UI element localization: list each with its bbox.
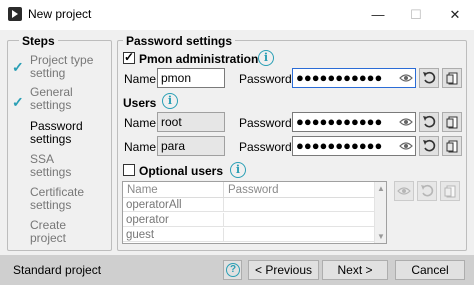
help-button[interactable]: ?: [223, 260, 242, 280]
copy-icon: [446, 72, 458, 85]
optional-users-checkbox[interactable]: [123, 164, 135, 176]
info-icon[interactable]: i: [258, 50, 274, 66]
pmon-name-input[interactable]: pmon: [157, 68, 225, 88]
table-cell-password: [224, 228, 375, 242]
step-password: Password settings: [30, 119, 83, 146]
user2-reset-button[interactable]: [419, 136, 439, 156]
pmon-password-input[interactable]: ●●●●●●●●●●●: [292, 68, 416, 88]
pmon-name-label: Name:: [124, 72, 160, 86]
table-cell-password: [224, 198, 375, 212]
eye-icon: [397, 187, 411, 195]
scroll-up-icon[interactable]: ▲: [377, 184, 385, 193]
table-cell-name: operator: [123, 213, 224, 227]
pmon-copy-button[interactable]: [442, 68, 462, 88]
maximize-button: ☐: [410, 7, 422, 22]
steps-title: Steps: [19, 34, 58, 48]
table-scrollbar[interactable]: ▲ ▼: [374, 182, 386, 243]
pmon-reset-button[interactable]: [419, 68, 439, 88]
column-header-name[interactable]: Name: [123, 182, 224, 198]
check-icon: ✓: [124, 50, 135, 64]
users-label: Users: [123, 96, 157, 110]
eye-icon[interactable]: [399, 73, 413, 83]
table-cell-name: operatorAll: [123, 198, 224, 212]
optional-copy-button: [440, 181, 460, 201]
scroll-down-icon[interactable]: ▼: [377, 232, 385, 241]
user2-name-field: para: [157, 136, 225, 156]
step-ssa: SSA settings: [30, 152, 72, 179]
minimize-button[interactable]: —: [359, 0, 397, 30]
column-header-password[interactable]: Password: [224, 182, 375, 198]
app-icon: [8, 7, 22, 21]
window-title: New project: [28, 7, 92, 21]
user2-copy-button[interactable]: [442, 136, 462, 156]
reset-icon: [423, 115, 436, 128]
copy-icon: [446, 140, 458, 153]
eye-icon[interactable]: [399, 141, 413, 151]
check-icon: ✓: [12, 94, 24, 110]
step-general: General settings: [30, 85, 73, 112]
user1-password-input[interactable]: ●●●●●●●●●●●: [292, 112, 416, 132]
reset-icon: [421, 184, 434, 197]
table-row[interactable]: operatorAll: [123, 198, 375, 212]
table-row[interactable]: operator: [123, 213, 375, 227]
check-icon: ✓: [12, 59, 24, 75]
user1-copy-button[interactable]: [442, 112, 462, 132]
step-project-type: Project type setting: [30, 53, 94, 80]
title-bar: New project — ☐ ✕: [0, 0, 474, 30]
table-cell-name: guest: [123, 228, 224, 242]
step-create-project: Create project: [30, 218, 67, 245]
pmon-label: Pmon administration: [139, 52, 259, 66]
reset-icon: [423, 71, 436, 84]
step-certificate: Certificate settings: [30, 185, 85, 212]
eye-icon[interactable]: [399, 117, 413, 127]
user1-name-label: Name:: [124, 116, 160, 130]
cancel-button[interactable]: Cancel: [395, 260, 465, 280]
project-type-label: Standard project: [13, 263, 102, 277]
help-icon: ?: [226, 263, 240, 277]
optional-reset-button: [417, 181, 437, 201]
footer-bar: Standard project ? < Previous Next > Can…: [0, 255, 474, 285]
table-cell-password: [224, 213, 375, 227]
password-settings-title: Password settings: [123, 34, 236, 48]
optional-users-table[interactable]: Name Password operatorAll operator guest…: [122, 181, 387, 244]
user1-name-field: root: [157, 112, 225, 132]
user1-password-label: Password:: [239, 116, 296, 130]
user2-password-input[interactable]: ●●●●●●●●●●●: [292, 136, 416, 156]
pmon-checkbox[interactable]: ✓: [123, 50, 135, 64]
copy-icon: [444, 185, 456, 198]
user2-name-label: Name:: [124, 140, 160, 154]
table-row[interactable]: guest: [123, 228, 375, 242]
reset-icon: [423, 139, 436, 152]
copy-icon: [446, 116, 458, 129]
close-button[interactable]: ✕: [436, 0, 474, 30]
optional-users-label: Optional users: [139, 164, 224, 178]
info-icon[interactable]: i: [162, 93, 178, 109]
optional-eye-button: [394, 181, 414, 201]
next-button[interactable]: Next >: [322, 260, 388, 280]
user1-reset-button[interactable]: [419, 112, 439, 132]
user2-password-label: Password:: [239, 140, 296, 154]
info-icon[interactable]: i: [230, 162, 246, 178]
previous-button[interactable]: < Previous: [248, 260, 319, 280]
pmon-password-label: Password:: [239, 72, 296, 86]
